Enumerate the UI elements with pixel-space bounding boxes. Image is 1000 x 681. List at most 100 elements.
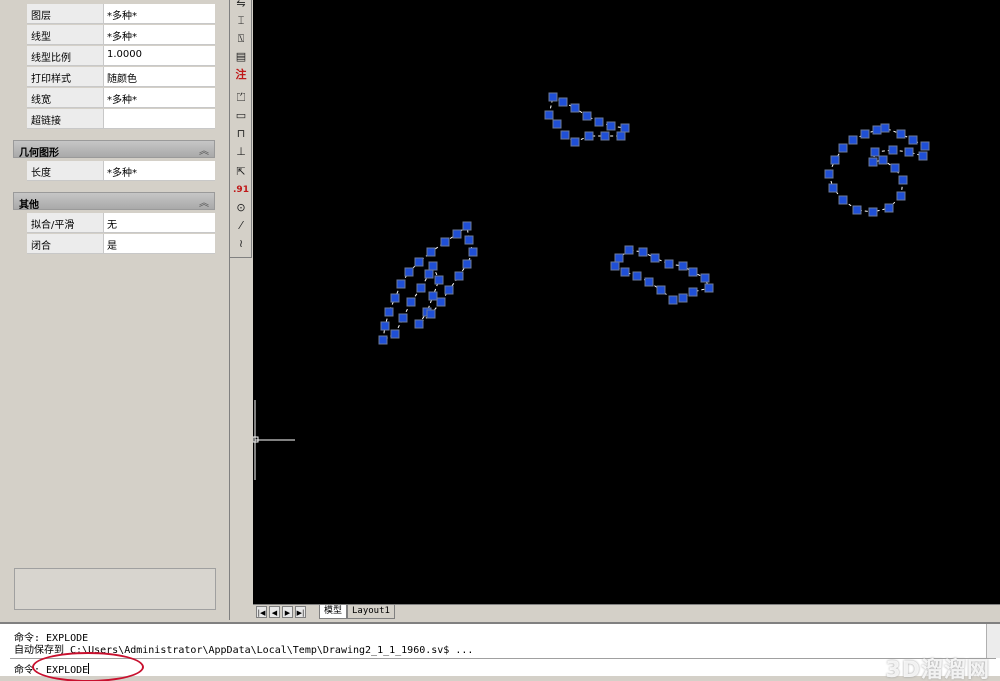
center-mark-icon[interactable]: ⊙ <box>233 200 249 216</box>
grip-handle[interactable] <box>918 151 928 161</box>
property-value[interactable]: *多种* <box>104 88 215 107</box>
grip-handle[interactable] <box>436 297 446 307</box>
radius-icon[interactable]: ▭ <box>233 108 249 124</box>
grip-handle[interactable] <box>688 267 698 277</box>
grip-handle[interactable] <box>434 275 444 285</box>
grip-handle[interactable] <box>552 119 562 129</box>
grip-handle[interactable] <box>838 195 848 205</box>
property-row-linetype[interactable]: 线型 *多种* <box>27 25 215 45</box>
grip-handle[interactable] <box>414 319 424 329</box>
dimension-icon[interactable]: ⇋ <box>233 0 249 12</box>
grip-handle[interactable] <box>614 253 624 263</box>
grip-handle[interactable] <box>668 295 678 305</box>
baseline-icon[interactable]: ⍂ <box>233 31 249 47</box>
grip-handle[interactable] <box>404 267 414 277</box>
tab-model[interactable]: 模型 <box>319 605 348 619</box>
grip-handle[interactable] <box>896 129 906 139</box>
property-row-linetype-scale[interactable]: 线型比例 1.0000 <box>27 46 215 66</box>
grip-handle[interactable] <box>424 269 434 279</box>
grip-handle[interactable] <box>872 125 882 135</box>
property-value[interactable]: 无 <box>104 213 215 232</box>
section-geometry[interactable]: 几何图形 ︽ <box>13 140 215 159</box>
property-value[interactable]: 是 <box>104 234 215 253</box>
grip-handle[interactable] <box>704 283 714 293</box>
grip-handle[interactable] <box>600 131 610 141</box>
grip-handle[interactable] <box>570 103 580 113</box>
grip-handle[interactable] <box>824 169 834 179</box>
property-value[interactable]: 1.0000 <box>104 46 215 65</box>
aligned-icon[interactable]: ⊥ <box>233 144 249 160</box>
property-value[interactable]: *多种* <box>104 161 215 180</box>
grip-handle[interactable] <box>396 279 406 289</box>
grip-handle[interactable] <box>416 283 426 293</box>
grip-handle[interactable] <box>560 130 570 140</box>
grip-handle[interactable] <box>838 143 848 153</box>
grip-handle[interactable] <box>644 277 654 287</box>
grip-handle[interactable] <box>624 245 634 255</box>
grip-handle[interactable] <box>464 235 474 245</box>
grip-handle[interactable] <box>544 110 554 120</box>
grip-handle[interactable] <box>406 297 416 307</box>
collapse-icon[interactable]: ︽ <box>199 194 209 209</box>
grip-handle[interactable] <box>444 285 454 295</box>
grip-handle[interactable] <box>868 157 878 167</box>
grip-handle[interactable] <box>852 205 862 215</box>
grip-handle[interactable] <box>606 121 616 131</box>
grip-handle[interactable] <box>656 285 666 295</box>
grip-handle[interactable] <box>678 261 688 271</box>
grip-handle[interactable] <box>868 207 878 217</box>
annotation-icon[interactable]: 注 <box>233 67 249 83</box>
property-row-length[interactable]: 长度 *多种* <box>27 161 215 181</box>
section-misc[interactable]: 其他 ︽ <box>13 192 215 211</box>
grip-handle[interactable] <box>440 237 450 247</box>
grip-handle[interactable] <box>890 163 900 173</box>
linear-icon[interactable]: ⊓ <box>233 126 249 142</box>
grip-handle[interactable] <box>584 131 594 141</box>
first-tab-button[interactable]: |◀ <box>256 606 267 618</box>
ordinate-icon[interactable]: ⌶ <box>233 13 249 29</box>
grip-handle[interactable] <box>398 313 408 323</box>
grip-handle[interactable] <box>594 117 604 127</box>
decimal-icon[interactable]: .91 <box>233 182 249 198</box>
grip-handle[interactable] <box>620 123 630 133</box>
grip-handle[interactable] <box>638 247 648 257</box>
break-icon[interactable]: ≀ <box>233 236 249 252</box>
grip-handle[interactable] <box>426 309 436 319</box>
grip-handle[interactable] <box>880 123 890 133</box>
grip-handle[interactable] <box>462 259 472 269</box>
drawing-canvas[interactable] <box>253 0 1000 604</box>
grip-handle[interactable] <box>582 111 592 121</box>
oblique-icon[interactable]: ⁄ <box>233 218 249 234</box>
grip-handle[interactable] <box>384 307 394 317</box>
grip-handle[interactable] <box>390 293 400 303</box>
grip-handle[interactable] <box>688 287 698 297</box>
grip-handle[interactable] <box>898 175 908 185</box>
grip-handle[interactable] <box>848 135 858 145</box>
next-tab-button[interactable]: ▶ <box>282 606 293 618</box>
grip-handle[interactable] <box>664 259 674 269</box>
grip-handle[interactable] <box>426 247 436 257</box>
grip-handle[interactable] <box>650 253 660 263</box>
grip-handle[interactable] <box>896 191 906 201</box>
continue-icon[interactable]: ▤ <box>233 49 249 65</box>
arc-length-icon[interactable]: ⏍ <box>233 90 249 106</box>
grip-handle[interactable] <box>884 203 894 213</box>
grip-handle[interactable] <box>828 183 838 193</box>
grip-handle[interactable] <box>632 271 642 281</box>
grip-handle[interactable] <box>860 129 870 139</box>
property-row-plotstyle[interactable]: 打印样式 随颜色 <box>27 67 215 87</box>
grip-handle[interactable] <box>390 329 400 339</box>
property-row-closed[interactable]: 闭合 是 <box>27 234 215 254</box>
last-tab-button[interactable]: ▶| <box>295 606 306 618</box>
leader-icon[interactable]: ⇱ <box>233 164 249 180</box>
grip-handle[interactable] <box>620 267 630 277</box>
selected-polylines[interactable] <box>378 92 930 345</box>
grip-handle[interactable] <box>462 221 472 231</box>
grip-handle[interactable] <box>414 257 424 267</box>
property-value[interactable] <box>104 109 215 128</box>
grip-handle[interactable] <box>454 271 464 281</box>
grip-handle[interactable] <box>904 147 914 157</box>
grip-handle[interactable] <box>616 131 626 141</box>
command-input[interactable]: 命令: EXPLODE <box>10 658 996 678</box>
grip-handle[interactable] <box>468 247 478 257</box>
